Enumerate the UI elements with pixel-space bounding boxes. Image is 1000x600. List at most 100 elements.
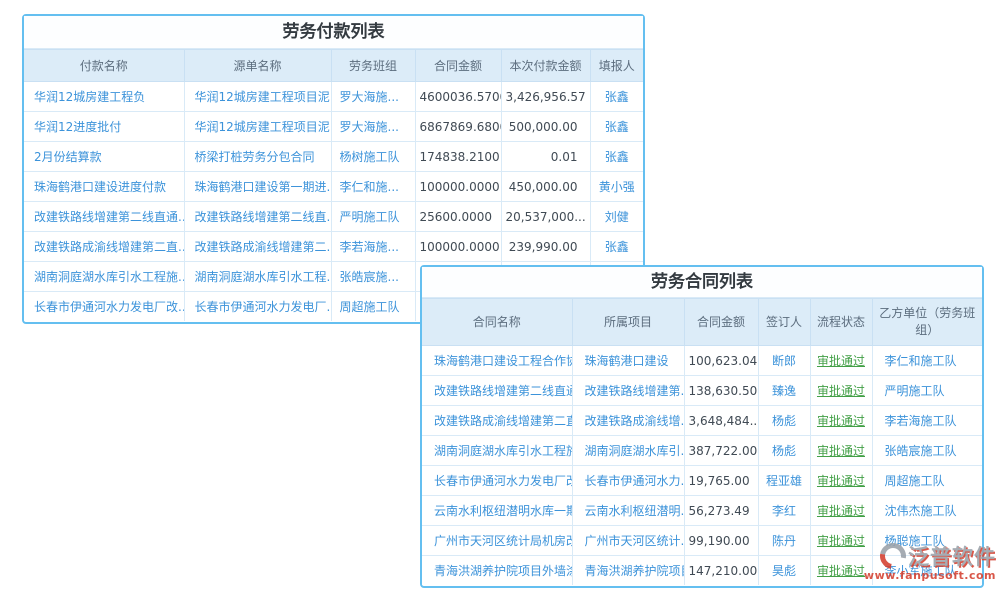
contract-name-link[interactable]: 改建铁路成渝线增建第二直...	[422, 406, 572, 436]
contract-amount-value: 174838.2100	[415, 142, 501, 172]
payment-panel-title: 劳务付款列表	[24, 16, 643, 49]
project-link[interactable]: 云南水利枢纽潜明...	[572, 496, 684, 526]
flow-status-link[interactable]: 审批通过	[810, 346, 872, 376]
col-header-contract-name: 合同名称	[422, 299, 572, 346]
signer-link[interactable]: 杨彪	[758, 406, 810, 436]
table-row: 长春市伊通河水力发电厂改... 长春市伊通河水力... 19,765.00 程亚…	[422, 466, 982, 496]
payment-amount-value: 500,000.00	[501, 112, 590, 142]
signer-link[interactable]: 杨彪	[758, 436, 810, 466]
payment-name-link[interactable]: 2月份结算款	[24, 142, 184, 172]
labor-team-link[interactable]: 周超施工队	[331, 292, 415, 322]
labor-team-link[interactable]: 李仁和施...	[331, 172, 415, 202]
contract-amount-value: 147,210.00	[684, 556, 758, 586]
payment-name-link[interactable]: 改建铁路线增建第二线直通...	[24, 202, 184, 232]
party-b-link[interactable]: 张皓宸施工队	[872, 436, 982, 466]
source-doc-link[interactable]: 改建铁路成渝线增建第二...	[184, 232, 331, 262]
contract-amount-value: 19,765.00	[684, 466, 758, 496]
reporter-link[interactable]: 黄小强	[590, 172, 643, 202]
contract-name-link[interactable]: 云南水利枢纽潜明水库一期...	[422, 496, 572, 526]
flow-status-link[interactable]: 审批通过	[810, 406, 872, 436]
reporter-link[interactable]: 刘健	[590, 202, 643, 232]
flow-status-link[interactable]: 审批通过	[810, 436, 872, 466]
table-row: 改建铁路成渝线增建第二直... 改建铁路成渝线增建第二... 李若海施... 1…	[24, 232, 643, 262]
reporter-link[interactable]: 张鑫	[590, 232, 643, 262]
party-b-link[interactable]: 李若海施工队	[872, 406, 982, 436]
payment-name-link[interactable]: 珠海鹤港口建设进度付款	[24, 172, 184, 202]
source-doc-link[interactable]: 长春市伊通河水力发电厂...	[184, 292, 331, 322]
payment-name-link[interactable]: 湖南洞庭湖水库引水工程施...	[24, 262, 184, 292]
contract-name-link[interactable]: 湖南洞庭湖水库引水工程施...	[422, 436, 572, 466]
contract-amount-value: 138,630.50	[684, 376, 758, 406]
source-doc-link[interactable]: 改建铁路线增建第二线直...	[184, 202, 331, 232]
payment-name-link[interactable]: 华润12进度批付	[24, 112, 184, 142]
party-b-link[interactable]: 严明施工队	[872, 376, 982, 406]
project-link[interactable]: 湖南洞庭湖水库引...	[572, 436, 684, 466]
project-link[interactable]: 改建铁路成渝线增...	[572, 406, 684, 436]
table-row: 珠海鹤港口建设进度付款 珠海鹤港口建设第一期进... 李仁和施... 10000…	[24, 172, 643, 202]
contract-amount-value: 100000.0000	[415, 172, 501, 202]
contract-amount-value: 6867869.6800	[415, 112, 501, 142]
source-doc-link[interactable]: 珠海鹤港口建设第一期进...	[184, 172, 331, 202]
project-link[interactable]: 广州市天河区统计...	[572, 526, 684, 556]
signer-link[interactable]: 断郎	[758, 346, 810, 376]
source-doc-link[interactable]: 桥梁打桩劳务分包合同	[184, 142, 331, 172]
contract-name-link[interactable]: 青海洪湖养护院项目外墙涂...	[422, 556, 572, 586]
brand-url: www.fanpusoft.com	[860, 569, 996, 582]
contract-header-row: 合同名称 所属项目 合同金额 签订人 流程状态 乙方单位（劳务班组）	[422, 299, 982, 346]
contract-name-link[interactable]: 改建铁路线增建第二线直通...	[422, 376, 572, 406]
labor-team-link[interactable]: 严明施工队	[331, 202, 415, 232]
contract-amount-value: 56,273.49	[684, 496, 758, 526]
signer-link[interactable]: 昊彪	[758, 556, 810, 586]
source-doc-link[interactable]: 华润12城房建工程项目泥...	[184, 82, 331, 112]
payment-amount-value: 450,000.00	[501, 172, 590, 202]
project-link[interactable]: 长春市伊通河水力...	[572, 466, 684, 496]
table-row: 改建铁路线增建第二线直通... 改建铁路线增建第... 138,630.50 臻…	[422, 376, 982, 406]
labor-team-link[interactable]: 杨树施工队	[331, 142, 415, 172]
project-link[interactable]: 青海洪湖养护院项目	[572, 556, 684, 586]
table-row: 华润12城房建工程负 华润12城房建工程项目泥... 罗大海施... 46000…	[24, 82, 643, 112]
flow-status-link[interactable]: 审批通过	[810, 496, 872, 526]
desktop-background: 劳务付款列表 付款名称 源单名称 劳务班组 合同金额 本次付款金额 填报人 华润…	[0, 0, 1000, 600]
contract-amount-value: 99,190.00	[684, 526, 758, 556]
flow-status-link[interactable]: 审批通过	[810, 466, 872, 496]
contract-panel-title: 劳务合同列表	[422, 267, 982, 298]
reporter-link[interactable]: 张鑫	[590, 82, 643, 112]
project-link[interactable]: 改建铁路线增建第...	[572, 376, 684, 406]
col-header-reporter: 填报人	[590, 50, 643, 82]
payment-header-row: 付款名称 源单名称 劳务班组 合同金额 本次付款金额 填报人	[24, 50, 643, 82]
reporter-link[interactable]: 张鑫	[590, 112, 643, 142]
labor-team-link[interactable]: 罗大海施...	[331, 82, 415, 112]
party-b-link[interactable]: 李仁和施工队	[872, 346, 982, 376]
contract-name-link[interactable]: 长春市伊通河水力发电厂改...	[422, 466, 572, 496]
fanpu-watermark: 泛普软件 www.fanpusoft.com	[860, 541, 996, 582]
party-b-link[interactable]: 沈伟杰施工队	[872, 496, 982, 526]
col-header-signer: 签订人	[758, 299, 810, 346]
labor-team-link[interactable]: 罗大海施...	[331, 112, 415, 142]
source-doc-link[interactable]: 华润12城房建工程项目泥...	[184, 112, 331, 142]
table-row: 改建铁路成渝线增建第二直... 改建铁路成渝线增... 3,648,484...…	[422, 406, 982, 436]
labor-team-link[interactable]: 李若海施...	[331, 232, 415, 262]
table-row: 云南水利枢纽潜明水库一期... 云南水利枢纽潜明... 56,273.49 李红…	[422, 496, 982, 526]
signer-link[interactable]: 李红	[758, 496, 810, 526]
col-header-project: 所属项目	[572, 299, 684, 346]
flow-status-link[interactable]: 审批通过	[810, 376, 872, 406]
source-doc-link[interactable]: 湖南洞庭湖水库引水工程...	[184, 262, 331, 292]
table-row: 华润12进度批付 华润12城房建工程项目泥... 罗大海施... 6867869…	[24, 112, 643, 142]
signer-link[interactable]: 臻逸	[758, 376, 810, 406]
labor-team-link[interactable]: 张皓宸施...	[331, 262, 415, 292]
contract-name-link[interactable]: 广州市天河区统计局机房改...	[422, 526, 572, 556]
contract-name-link[interactable]: 珠海鹤港口建设工程合作协...	[422, 346, 572, 376]
payment-name-link[interactable]: 改建铁路成渝线增建第二直...	[24, 232, 184, 262]
party-b-link[interactable]: 周超施工队	[872, 466, 982, 496]
table-row: 湖南洞庭湖水库引水工程施... 湖南洞庭湖水库引... 387,722.00 杨…	[422, 436, 982, 466]
col-header-labor-team: 劳务班组	[331, 50, 415, 82]
payment-name-link[interactable]: 华润12城房建工程负	[24, 82, 184, 112]
col-header-flow-status: 流程状态	[810, 299, 872, 346]
payment-name-link[interactable]: 长春市伊通河水力发电厂改...	[24, 292, 184, 322]
signer-link[interactable]: 陈丹	[758, 526, 810, 556]
reporter-link[interactable]: 张鑫	[590, 142, 643, 172]
col-header-contract-amount: 合同金额	[415, 50, 501, 82]
signer-link[interactable]: 程亚雄	[758, 466, 810, 496]
project-link[interactable]: 珠海鹤港口建设	[572, 346, 684, 376]
labor-contract-list-panel: 劳务合同列表 合同名称 所属项目 合同金额 签订人 流程状态 乙方单位（劳务班组…	[420, 265, 984, 588]
